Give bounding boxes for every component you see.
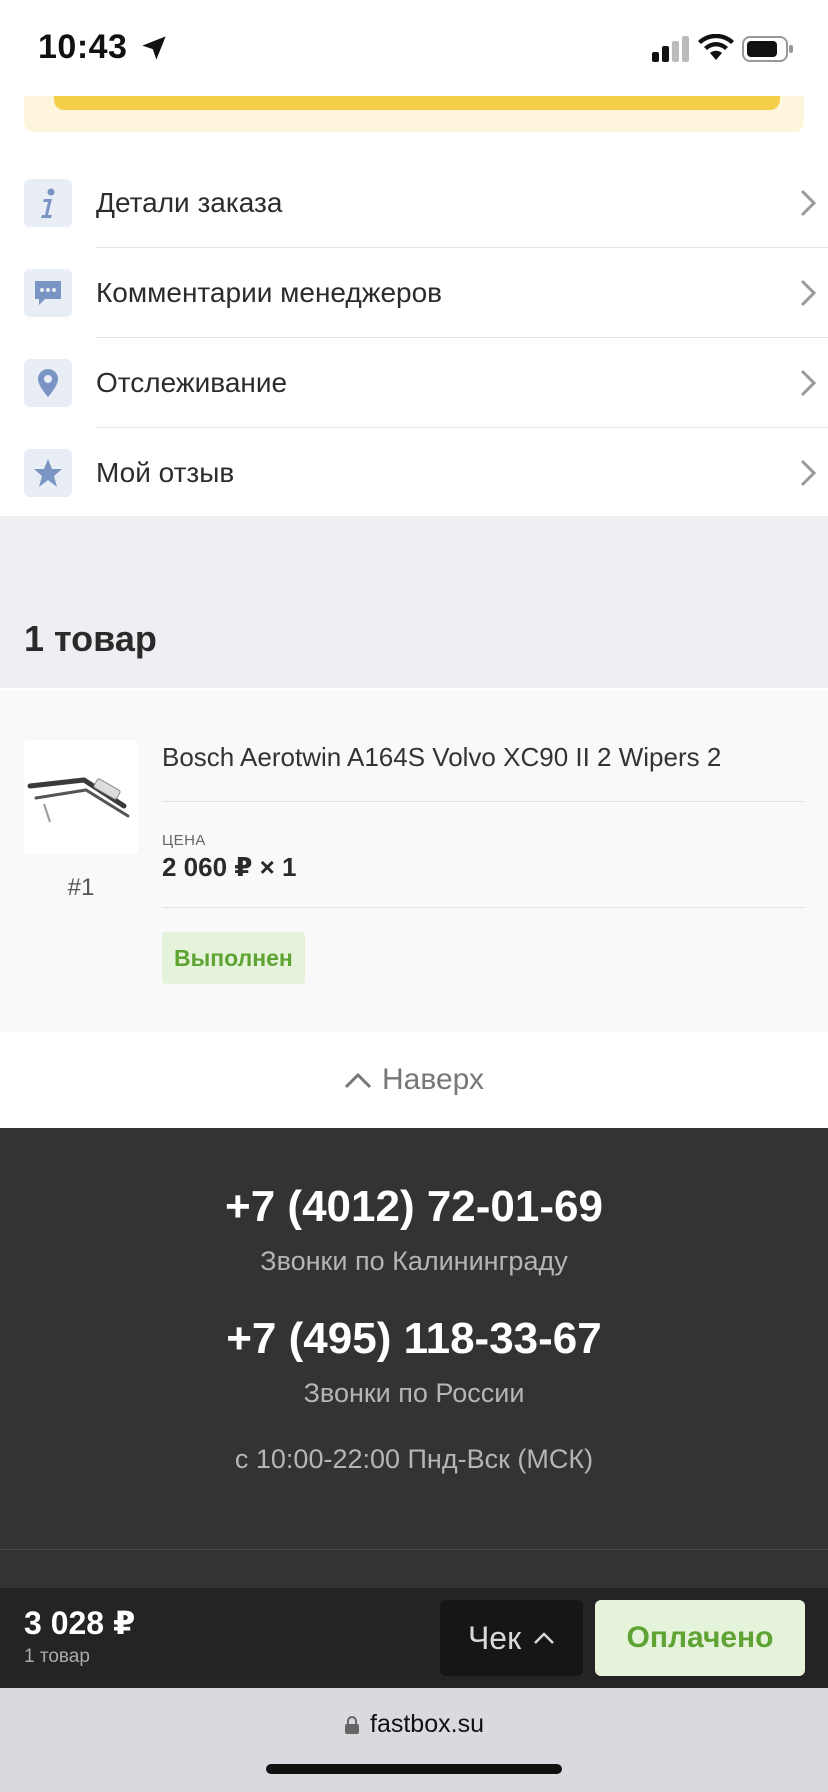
status-time: 10:43: [38, 28, 128, 66]
phone-local-caption: Звонки по Калининграду: [260, 1246, 568, 1276]
wifi-icon: [698, 34, 734, 60]
status-bar: 10:43: [0, 0, 828, 96]
page: 10:43 Детали заказа Комментарии менеджер…: [0, 0, 828, 1792]
divider: [162, 801, 804, 802]
chevron-up-icon: [344, 1072, 372, 1089]
menu-item-manager-comments[interactable]: Комментарии менеджеров: [0, 248, 828, 338]
menu-item-label: Отслеживание: [96, 367, 288, 398]
price-label: ЦЕНА: [162, 832, 206, 849]
menu-item-label: Комментарии менеджеров: [96, 277, 443, 308]
info-icon: [24, 179, 72, 227]
phone-russia-link[interactable]: +7 (495) 118-33-67: [0, 1314, 828, 1364]
items-heading: 1 товар: [24, 618, 157, 659]
chevron-up-icon: [534, 1632, 554, 1644]
cellular-signal-icon: [652, 36, 689, 62]
location-pin-icon: [24, 359, 72, 407]
menu-item-label: Детали заказа: [96, 187, 283, 218]
order-summary-bar: 3 028 ₽ 1 товар Чек Оплачено: [0, 1588, 828, 1688]
working-hours: с 10:00-22:00 Пнд-Вск (МСК): [234, 1444, 594, 1474]
chevron-right-icon: [800, 189, 817, 217]
order-menu: Детали заказа Комментарии менеджеров Отс…: [0, 158, 828, 518]
wiper-blade-icon: [27, 777, 130, 823]
divider: [162, 907, 804, 908]
product-image[interactable]: [24, 740, 138, 854]
url-text: fastbox.su: [370, 1710, 484, 1738]
scroll-top-label: Наверх: [382, 1063, 484, 1096]
receipt-button[interactable]: Чек: [440, 1600, 583, 1676]
lock-icon: [345, 1715, 360, 1734]
battery-icon: [742, 36, 793, 62]
footer: +7 (4012) 72-01-69 Звонки по Калининград…: [0, 1128, 828, 1588]
status-badge: Выполнен: [162, 932, 305, 984]
price-value: 2 060 ₽ × 1: [162, 852, 297, 882]
product-card: #1 Bosch Aerotwin A164S Volvo XC90 II 2 …: [0, 690, 828, 1032]
chevron-right-icon: [800, 279, 817, 307]
scroll-top-button[interactable]: Наверх: [0, 1032, 828, 1128]
total-amount: 3 028 ₽: [24, 1605, 136, 1641]
receipt-label: Чек: [467, 1619, 522, 1656]
menu-item-my-review[interactable]: Мой отзыв: [0, 428, 828, 518]
menu-item-order-details[interactable]: Детали заказа: [0, 158, 828, 248]
product-title[interactable]: Bosch Aerotwin A164S Volvo XC90 II 2 Wip…: [162, 742, 721, 773]
warning-banner-bar: [54, 96, 780, 110]
location-arrow-icon: [142, 36, 166, 60]
divider: [0, 1549, 828, 1550]
menu-item-tracking[interactable]: Отслеживание: [0, 338, 828, 428]
chevron-right-icon: [800, 369, 817, 397]
address-bar[interactable]: fastbox.su: [0, 1710, 828, 1739]
home-indicator[interactable]: [266, 1764, 562, 1774]
paid-button[interactable]: Оплачено: [595, 1600, 805, 1676]
phone-local-link[interactable]: +7 (4012) 72-01-69: [0, 1182, 828, 1232]
browser-bar: fastbox.su: [0, 1688, 828, 1792]
total-item-count: 1 товар: [24, 1646, 90, 1667]
items-section-background: [0, 516, 828, 688]
menu-item-label: Мой отзыв: [96, 457, 235, 488]
phone-russia-caption: Звонки по России: [303, 1378, 525, 1408]
product-index: #1: [67, 874, 95, 901]
chevron-right-icon: [800, 459, 817, 487]
chat-icon: [24, 269, 72, 317]
star-icon: [24, 449, 72, 497]
